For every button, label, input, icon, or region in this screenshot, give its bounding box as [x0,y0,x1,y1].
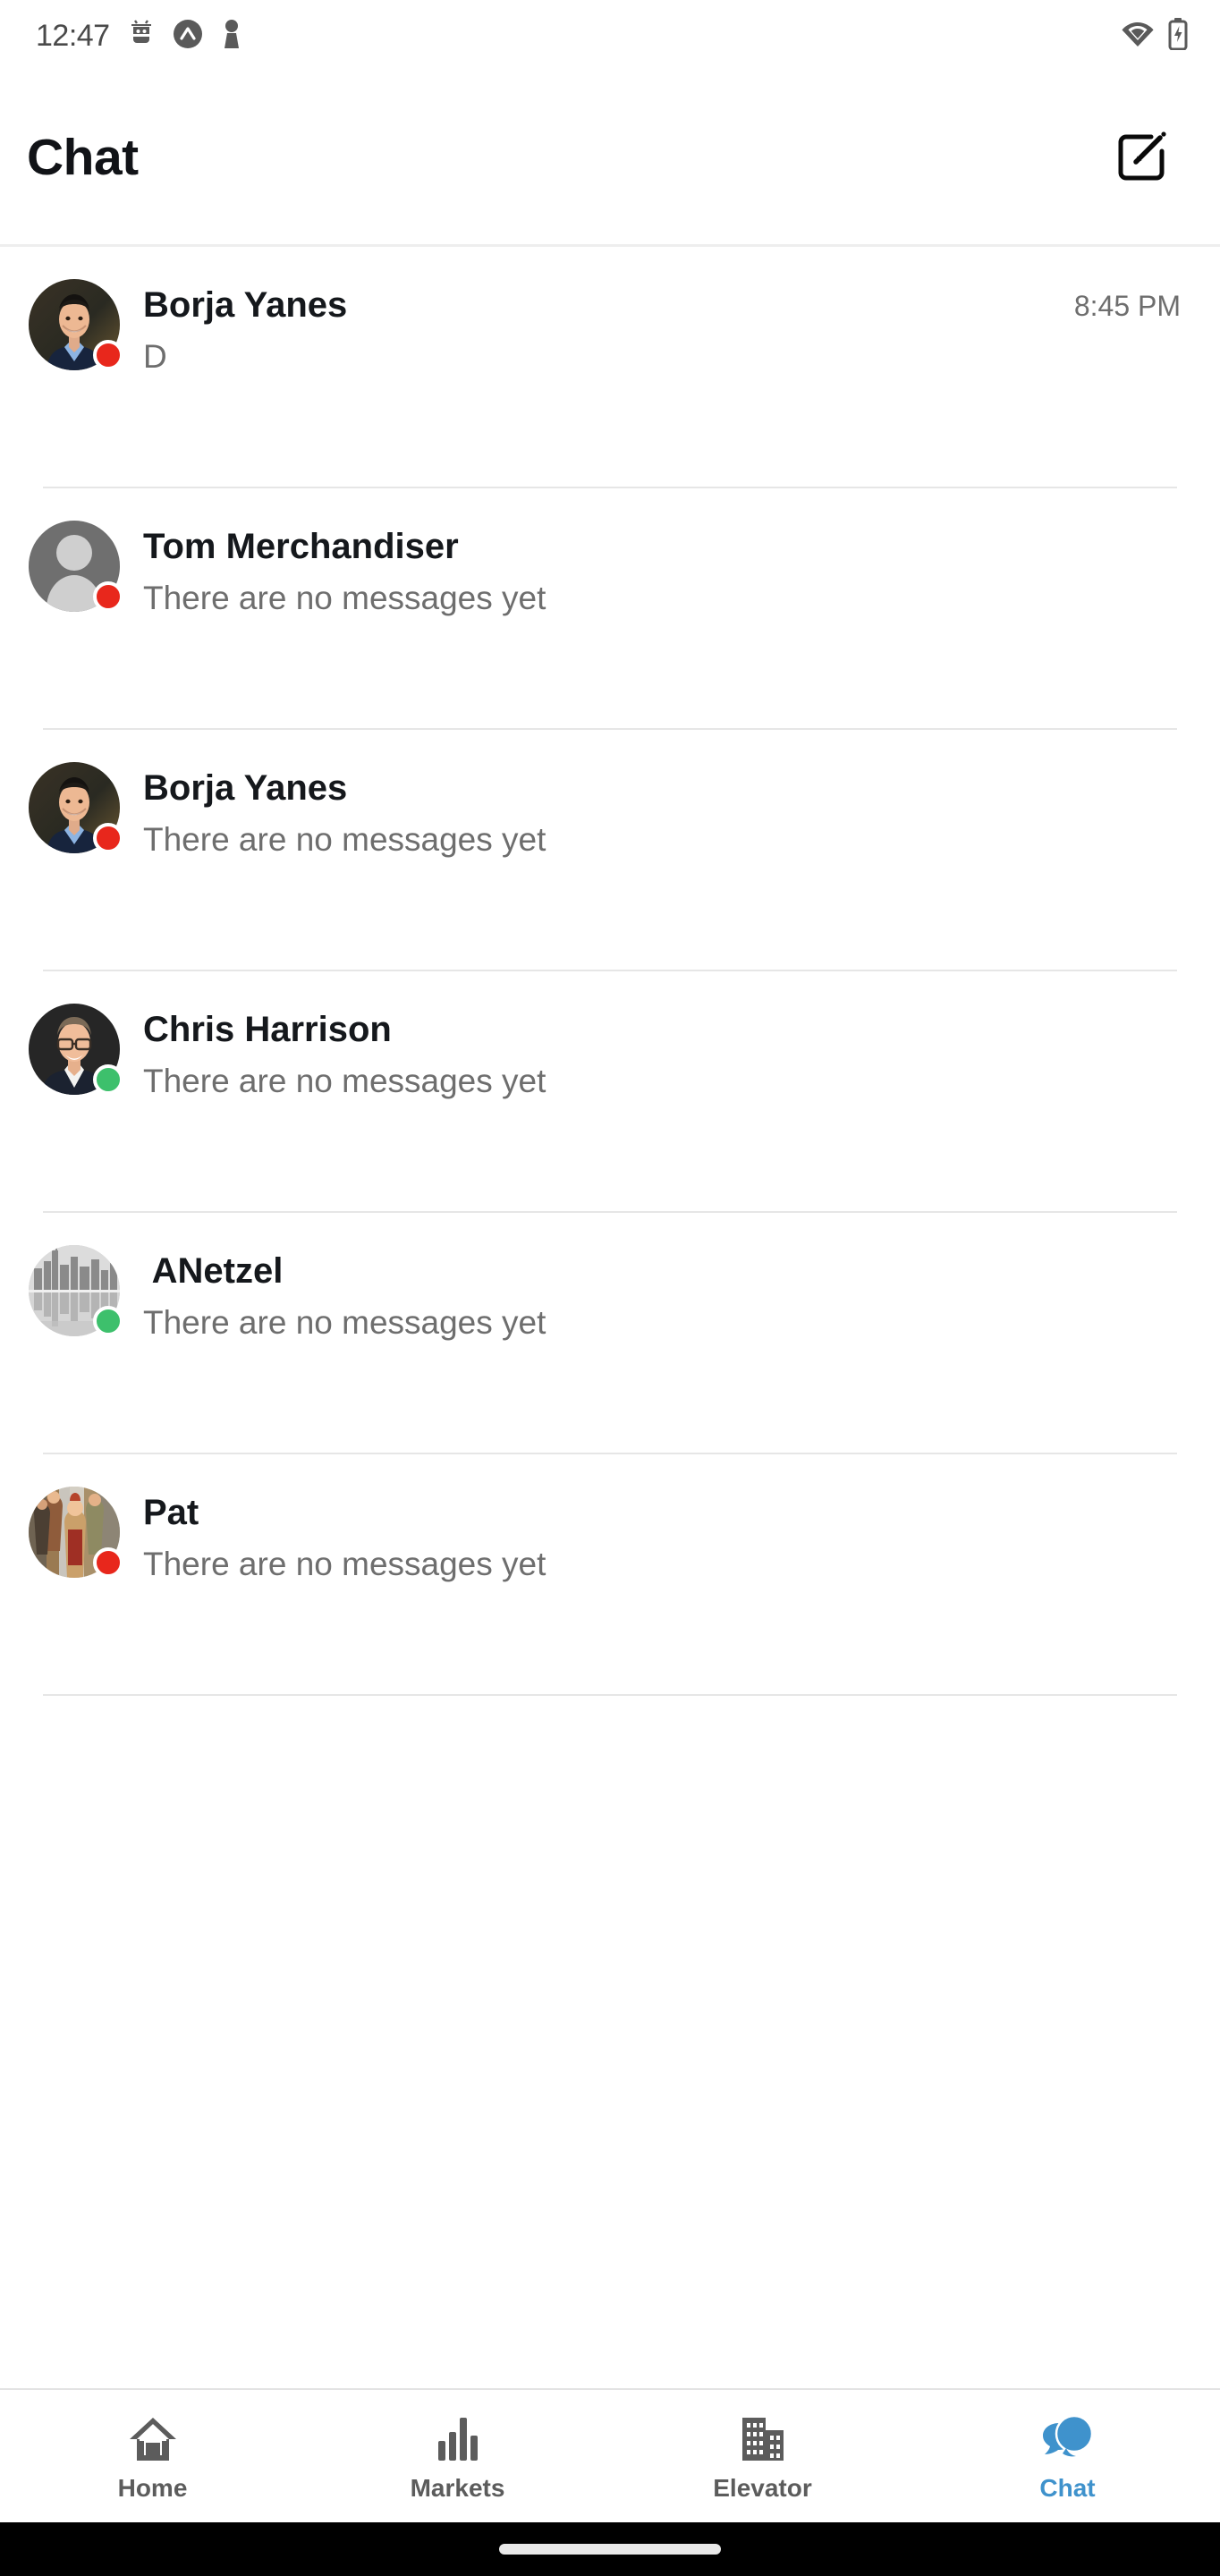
nav-label-elevator: Elevator [713,2474,812,2502]
avatar [29,1487,123,1578]
home-icon [127,2411,179,2467]
buildings-icon [739,2411,787,2467]
avatar [29,1245,123,1336]
nav-label-chat: Chat [1039,2474,1096,2502]
bar-chart-icon [435,2411,481,2467]
chat-timestamp: 8:45 PM [1073,290,1181,322]
chat-row-body: Borja Yanes D [143,279,1056,377]
chat-contact-name: Tom Merchandiser [143,527,459,566]
nav-item-chat[interactable]: Chat [915,2390,1220,2522]
chat-list-item[interactable]: ANetzel There are no messages yet [0,1213,1220,1454]
chat-list-item[interactable]: Pat There are no messages yet [0,1454,1220,1696]
chat-row-body: Pat There are no messages yet [143,1487,1163,1584]
chat-row-body: Borja Yanes There are no messages yet [143,762,1163,860]
status-dot [93,1064,123,1095]
wifi-icon [1122,19,1154,54]
chat-preview-text: There are no messages yet [143,1063,546,1099]
avatar [29,521,123,612]
nav-item-home[interactable]: Home [0,2390,305,2522]
status-dot [93,581,123,612]
nav-item-elevator[interactable]: Elevator [610,2390,915,2522]
chat-contact-name: Borja Yanes [143,285,348,325]
home-indicator[interactable] [499,2544,721,2555]
avatar [29,762,123,853]
chat-list-item[interactable]: Borja Yanes There are no messages yet [0,730,1220,971]
page-title: Chat [27,129,139,186]
person-app-icon [221,18,242,55]
status-dot [93,823,123,853]
status-bar-left: 12:47 [36,18,242,55]
avatar [29,1004,123,1095]
system-home-indicator-area [0,2522,1220,2576]
chat-list-item[interactable]: Chris Harrison There are no messages yet [0,971,1220,1213]
status-clock: 12:47 [36,18,110,53]
bottom-navigation-bar: Home Markets Elevator Chat [0,2388,1220,2522]
app-header: Chat [0,72,1220,247]
status-bar-right [1122,17,1188,55]
chat-preview-text: There are no messages yet [143,580,546,616]
status-dot [93,340,123,370]
chat-row-body: ANetzel There are no messages yet [143,1245,1163,1343]
circle-a-app-icon [173,19,203,54]
chat-screen: 12:47 Chat Borja Yanes D 8:45 PM Tom Mer… [0,0,1220,2576]
chat-row-body: Tom Merchandiser There are no messages y… [143,521,1163,618]
chat-contact-name: Chris Harrison [143,1010,392,1049]
compose-new-message-button[interactable] [1106,121,1181,196]
chat-preview-text: There are no messages yet [143,821,546,858]
status-bar: 12:47 [0,0,1220,72]
battery-charging-icon [1168,17,1188,55]
status-dot [93,1547,123,1578]
android-debug-icon [128,19,155,54]
nav-label-home: Home [117,2474,188,2502]
chat-preview-text: There are no messages yet [143,1304,546,1341]
chat-list-item[interactable]: Borja Yanes D 8:45 PM [0,247,1220,488]
chat-bubbles-icon [1041,2411,1095,2467]
chat-preview-text: D [143,338,167,375]
chat-list: Borja Yanes D 8:45 PM Tom Merchandiser T… [0,247,1220,2388]
status-dot [93,1306,123,1336]
chat-row-body: Chris Harrison There are no messages yet [143,1004,1163,1101]
chat-contact-name: ANetzel [143,1251,284,1291]
chat-preview-text: There are no messages yet [143,1546,546,1582]
chat-list-item[interactable]: Tom Merchandiser There are no messages y… [0,488,1220,730]
avatar [29,279,123,370]
chat-contact-name: Borja Yanes [143,768,348,808]
nav-item-markets[interactable]: Markets [305,2390,610,2522]
chat-contact-name: Pat [143,1493,199,1532]
compose-new-message-icon [1112,124,1174,191]
nav-label-markets: Markets [410,2474,505,2502]
